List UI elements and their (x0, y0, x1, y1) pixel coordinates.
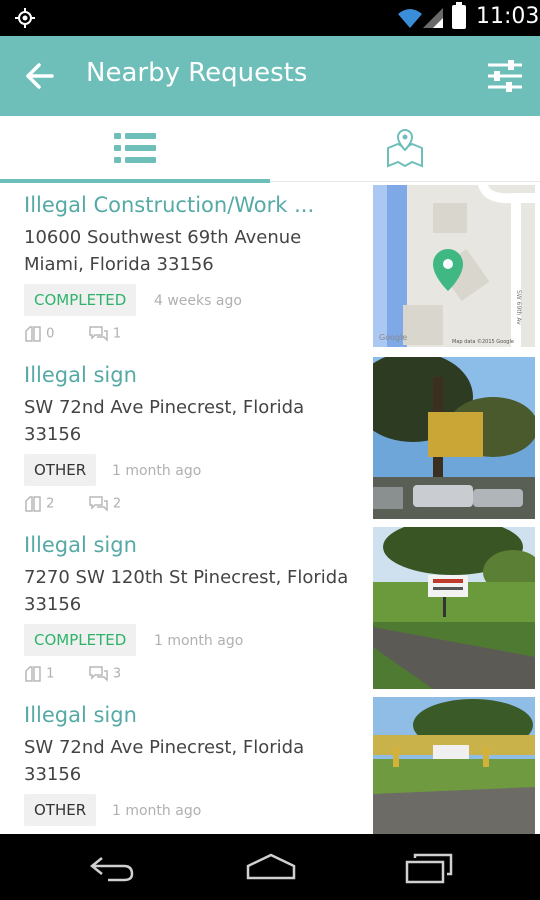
request-photo (373, 357, 535, 519)
signal-icon (423, 8, 443, 28)
map-thumbnail: SW 69th Av Google Map data ©2015 Google (373, 185, 535, 347)
back-arrow-icon[interactable] (24, 58, 56, 94)
status-badge: COMPLETED (24, 284, 137, 316)
tab-map-view[interactable] (270, 116, 540, 182)
filter-sliders-icon[interactable] (486, 57, 524, 95)
nav-recents-icon[interactable] (404, 852, 454, 884)
vote-icon (25, 326, 41, 342)
request-title: Illegal sign (24, 363, 137, 387)
tab-list-view[interactable] (0, 116, 270, 183)
request-address: 10600 Southwest 69th Avenue Miami, Flori… (24, 227, 302, 275)
request-age: 1 month ago (112, 463, 202, 479)
request-age: 1 month ago (112, 803, 202, 819)
request-title: Illegal sign (24, 533, 137, 557)
location-icon (15, 8, 35, 28)
comment-count: 3 (112, 666, 122, 682)
vote-count: 2 (46, 496, 55, 512)
list-item[interactable]: Illegal sign SW 72nd Ave Pinecrest, Flor… (0, 353, 540, 523)
list-icon (114, 133, 156, 163)
request-title: Illegal sign (24, 703, 137, 727)
system-nav-bar (0, 834, 540, 900)
nav-back-icon[interactable] (88, 852, 136, 882)
status-badge: OTHER (24, 794, 97, 826)
page-title: Nearby Requests (86, 58, 308, 88)
list-item[interactable]: Illegal sign 7270 SW 120th St Pinecrest,… (0, 523, 540, 693)
request-age: 1 month ago (154, 633, 244, 649)
request-title: Illegal Construction/Work ... (24, 193, 315, 217)
battery-icon (452, 2, 466, 29)
map-road-label: SW 69th Av (515, 290, 522, 325)
request-photo (373, 697, 535, 834)
status-badge: COMPLETED (24, 624, 137, 656)
app-bar: Nearby Requests (0, 36, 540, 116)
request-meta: 2 2 (24, 496, 121, 512)
request-list: Illegal Construction/Work ... 10600 Sout… (0, 183, 540, 834)
vote-count: 1 (46, 666, 55, 682)
request-meta: 0 1 (24, 326, 121, 342)
comment-icon (88, 326, 108, 342)
vote-count: 0 (46, 326, 55, 342)
vote-icon (25, 666, 41, 682)
request-age: 4 weeks ago (154, 293, 242, 309)
request-address: 7270 SW 120th St Pinecrest, Florida 3315… (24, 567, 349, 615)
google-logo: Google (379, 333, 407, 342)
request-photo (373, 527, 535, 689)
view-tabs (0, 116, 540, 183)
vote-icon (25, 496, 41, 512)
request-address: SW 72nd Ave Pinecrest, Florida 33156 (24, 397, 305, 445)
map-attribution: Map data ©2015 Google (452, 338, 514, 345)
map-pin-icon (387, 128, 423, 168)
status-bar: 11:03 (0, 0, 540, 36)
clock: 11:03 (476, 4, 540, 29)
comment-count: 1 (112, 326, 122, 342)
comment-icon (88, 666, 108, 682)
request-address: SW 72nd Ave Pinecrest, Florida 33156 (24, 737, 305, 785)
request-meta: 1 3 (24, 666, 121, 682)
nav-home-icon[interactable] (244, 852, 298, 882)
status-badge: OTHER (24, 454, 97, 486)
wifi-icon (398, 9, 422, 28)
list-item[interactable]: Illegal sign SW 72nd Ave Pinecrest, Flor… (0, 693, 540, 834)
comment-count: 2 (112, 496, 122, 512)
list-item[interactable]: Illegal Construction/Work ... 10600 Sout… (0, 183, 540, 353)
comment-icon (88, 496, 108, 512)
